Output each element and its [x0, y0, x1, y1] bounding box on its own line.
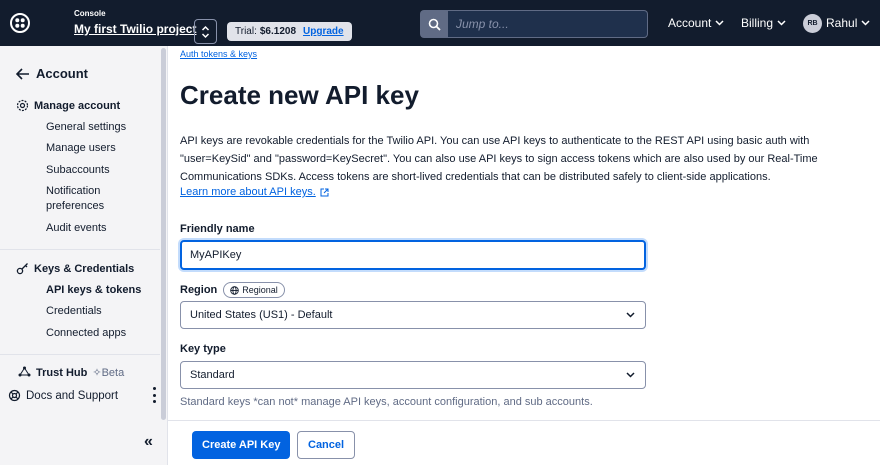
- gear-icon: [16, 99, 29, 112]
- docs-support-section[interactable]: Docs and Support: [8, 389, 118, 402]
- learn-more-label: Learn more about API keys.: [180, 186, 316, 198]
- region-label: Region: [180, 284, 218, 296]
- learn-more-link[interactable]: Learn more about API keys.: [180, 186, 329, 198]
- beta-label: Beta: [101, 367, 125, 379]
- search-button[interactable]: [420, 10, 448, 38]
- lifebuoy-icon: [8, 389, 21, 402]
- key-type-help-text: Standard keys *can not* manage API keys,…: [180, 396, 593, 408]
- user-menu[interactable]: Rahul: [826, 16, 870, 30]
- cancel-button[interactable]: Cancel: [297, 431, 356, 459]
- chevron-up-down-icon: [201, 25, 210, 38]
- main-content: Auth tokens & keys Create new API key AP…: [168, 46, 880, 465]
- sparkle-icon: ✧: [92, 367, 102, 379]
- key-icon: [16, 263, 28, 275]
- key-type-label: Key type: [180, 343, 226, 355]
- chevron-down-icon: [777, 20, 786, 26]
- region-selected-value: United States (US1) - Default: [190, 309, 333, 321]
- trust-hub-icon: [18, 366, 31, 377]
- sidebar-divider: [0, 249, 160, 250]
- back-label: Account: [36, 66, 88, 81]
- trust-hub-section[interactable]: Trust Hub ✧Beta: [18, 366, 124, 379]
- chevron-down-icon: [626, 372, 635, 378]
- regional-badge-label: Regional: [242, 285, 278, 295]
- manage-account-section[interactable]: Manage account: [16, 99, 120, 112]
- trial-amount: $6.1208: [259, 26, 297, 37]
- friendly-name-label: Friendly name: [180, 223, 255, 235]
- sidebar-item-notification-preferences[interactable]: Notification preferences: [46, 184, 156, 214]
- sidebar-item-connected-apps[interactable]: Connected apps: [46, 326, 156, 341]
- trial-label: Trial:: [235, 26, 257, 37]
- top-navigation-bar: Console My first Twilio project Trial: $…: [0, 0, 880, 46]
- jump-to-input[interactable]: [448, 10, 648, 38]
- collapse-sidebar-icon[interactable]: «: [144, 433, 153, 451]
- form-footer: Create API Key Cancel: [168, 420, 880, 465]
- account-menu-label: Account: [668, 16, 712, 30]
- account-menu[interactable]: Account: [668, 16, 724, 30]
- breadcrumb-auth-tokens[interactable]: Auth tokens & keys: [180, 49, 257, 59]
- sidebar-item-audit-events[interactable]: Audit events: [46, 221, 156, 236]
- create-api-key-button[interactable]: Create API Key: [192, 431, 291, 459]
- manage-account-title: Manage account: [34, 99, 121, 112]
- sidebar-divider: [0, 354, 160, 355]
- jump-to-search: [420, 10, 648, 38]
- sidebar-item-general-settings[interactable]: General settings: [46, 120, 156, 135]
- docs-support-title: Docs and Support: [26, 389, 119, 402]
- back-to-account-link[interactable]: Account: [16, 66, 88, 81]
- chevron-down-icon: [626, 312, 635, 318]
- sidebar-item-subaccounts[interactable]: Subaccounts: [46, 163, 156, 178]
- keys-credentials-section[interactable]: Keys & Credentials: [16, 262, 134, 275]
- friendly-name-input[interactable]: [180, 240, 646, 270]
- external-link-icon: [320, 188, 329, 196]
- region-select[interactable]: United States (US1) - Default: [180, 301, 646, 329]
- page-description: API keys are revokable credentials for t…: [180, 135, 818, 183]
- regional-badge: Regional: [223, 282, 285, 298]
- search-icon: [428, 18, 441, 31]
- chevron-down-icon: [861, 20, 870, 26]
- console-label: Console: [74, 9, 106, 18]
- trial-balance-badge: Trial: $6.1208 Upgrade: [227, 22, 352, 41]
- keys-credentials-title: Keys & Credentials: [34, 262, 135, 275]
- beta-badge: ✧Beta: [92, 366, 124, 379]
- user-name: Rahul: [826, 16, 858, 30]
- sidebar-item-manage-users[interactable]: Manage users: [46, 141, 156, 156]
- sidebar: Account Manage account General settings …: [0, 46, 168, 465]
- project-switcher-button[interactable]: [194, 19, 217, 44]
- arrow-left-icon: [16, 67, 29, 80]
- trust-hub-title: Trust Hub: [36, 366, 88, 379]
- twilio-logo-icon[interactable]: [8, 11, 32, 35]
- key-type-select[interactable]: Standard: [180, 361, 646, 389]
- key-type-selected-value: Standard: [190, 369, 235, 381]
- upgrade-link[interactable]: Upgrade: [303, 26, 344, 37]
- user-avatar[interactable]: RB: [803, 14, 822, 33]
- sidebar-scrollbar[interactable]: [161, 48, 166, 420]
- sidebar-item-api-keys-tokens[interactable]: API keys & tokens: [46, 283, 156, 298]
- page-title: Create new API key: [180, 80, 419, 110]
- globe-icon: [230, 285, 240, 295]
- billing-menu[interactable]: Billing: [741, 16, 786, 30]
- more-options-icon[interactable]: [150, 387, 158, 403]
- project-name-link[interactable]: My first Twilio project: [74, 22, 196, 36]
- region-label-row: Region Regional: [180, 282, 285, 298]
- billing-menu-label: Billing: [741, 16, 774, 30]
- chevron-down-icon: [715, 20, 724, 26]
- sidebar-item-credentials[interactable]: Credentials: [46, 304, 156, 319]
